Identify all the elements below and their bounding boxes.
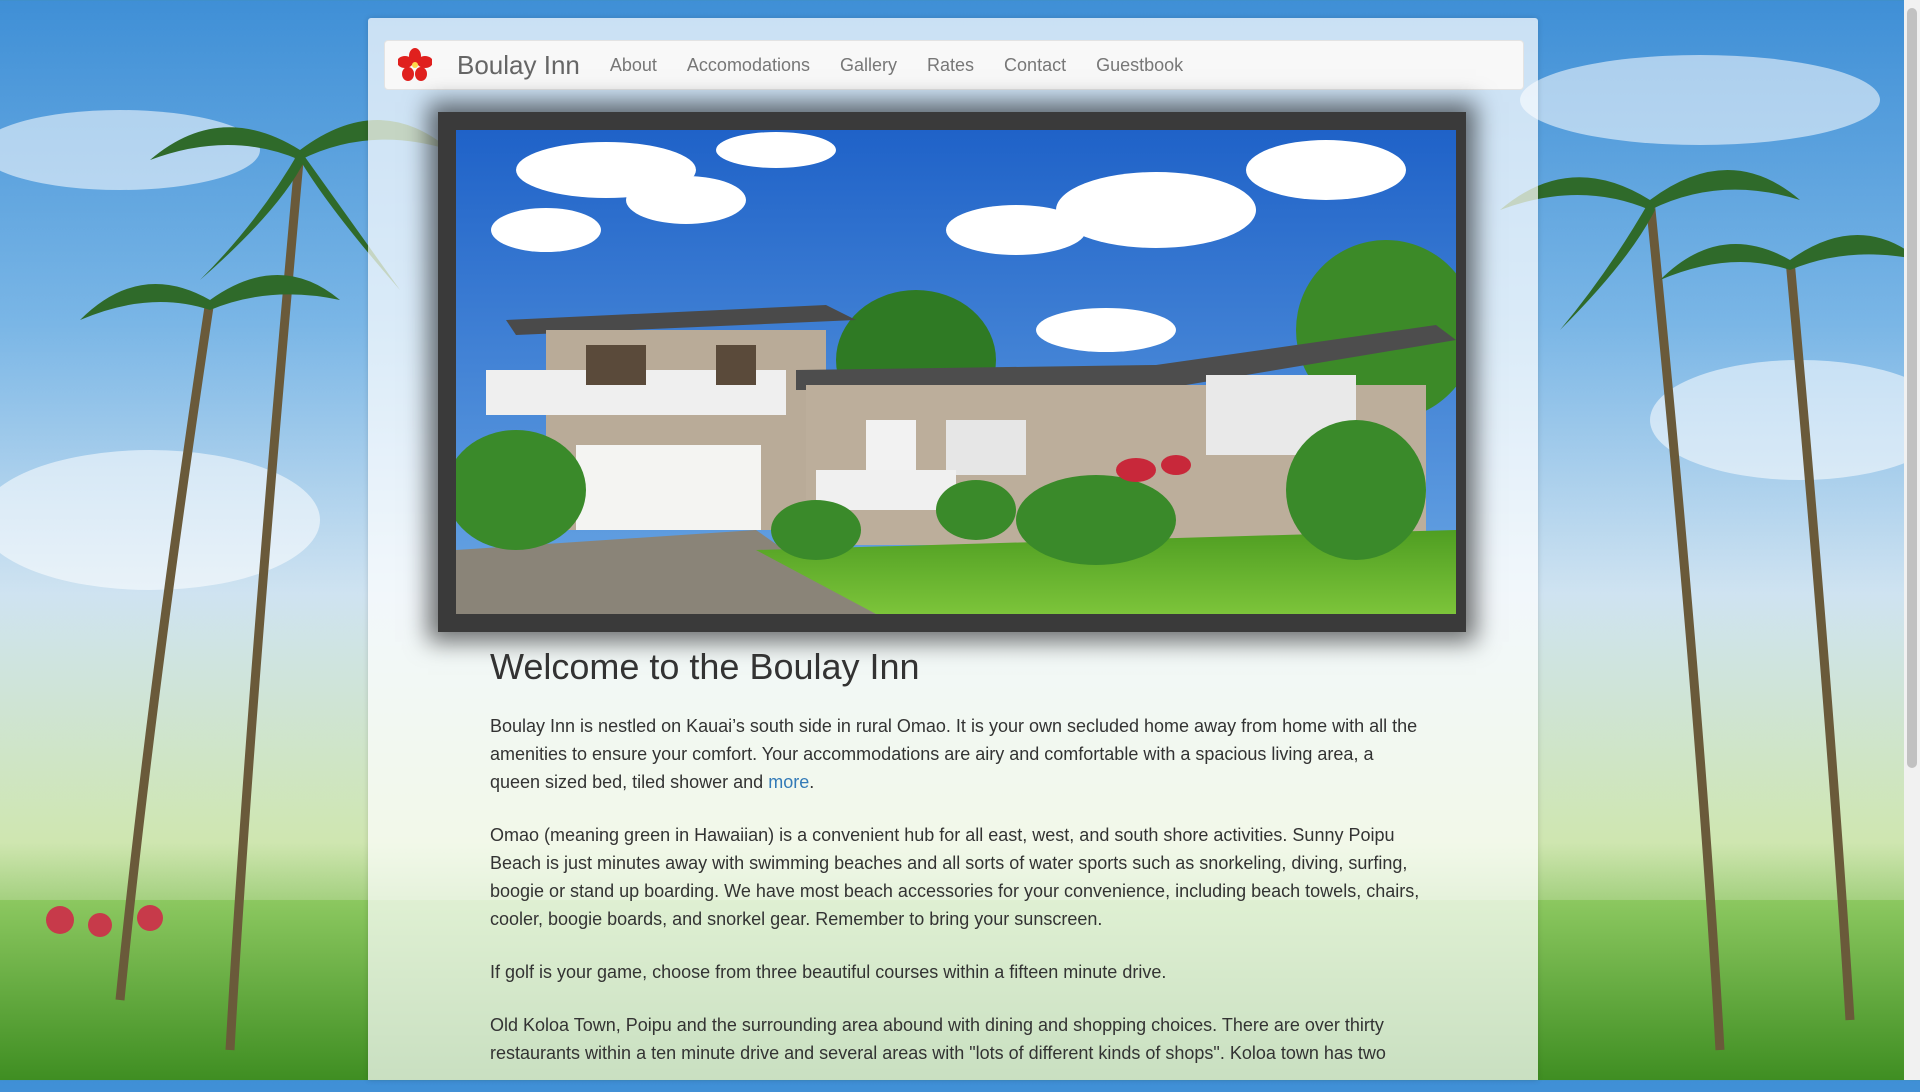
nav-link-guestbook[interactable]: Guestbook	[1081, 55, 1198, 76]
page-container: Boulay Inn About Accomodations Gallery R…	[368, 18, 1538, 1080]
hero-image-frame	[438, 112, 1466, 632]
koloa-paragraph: Old Koloa Town, Poipu and the surroundin…	[490, 1015, 1386, 1063]
nav-link-contact[interactable]: Contact	[989, 55, 1081, 76]
intro-text: Boulay Inn is nestled on Kauai’s south s…	[490, 716, 1418, 792]
brand-link[interactable]: Boulay Inn	[457, 50, 580, 81]
page-title: Welcome to the Boulay Inn	[490, 646, 920, 687]
omao-paragraph: Omao (meaning green in Hawaiian) is a co…	[490, 825, 1420, 929]
navbar: Boulay Inn About Accomodations Gallery R…	[384, 40, 1524, 90]
nav-link-rates[interactable]: Rates	[912, 55, 989, 76]
intro-paragraph: Boulay Inn is nestled on Kauai’s south s…	[490, 712, 1420, 796]
nav-link-gallery[interactable]: Gallery	[825, 55, 912, 76]
nav-link-about[interactable]: About	[595, 55, 672, 76]
hibiscus-icon[interactable]	[397, 47, 433, 83]
main-content: Welcome to the Boulay Inn Boulay Inn is …	[490, 646, 1420, 1092]
golf-paragraph: If golf is your game, choose from three …	[490, 962, 1167, 982]
scrollbar-thumb[interactable]	[1907, 8, 1917, 768]
more-link[interactable]: more	[768, 772, 809, 792]
hero-image	[456, 130, 1456, 614]
nav-link-accomodations[interactable]: Accomodations	[672, 55, 825, 76]
scrollbar[interactable]	[1904, 0, 1920, 1080]
intro-end: .	[809, 772, 815, 792]
